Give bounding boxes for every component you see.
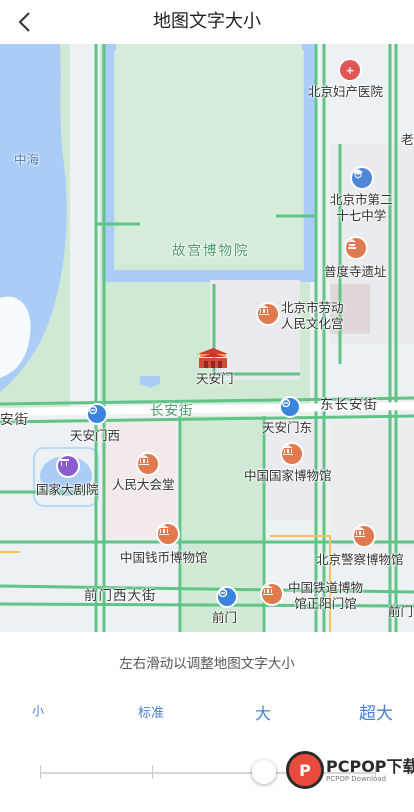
label-changan-street: 长安街: [150, 403, 194, 419]
label-palace-museum: 故宫博物院: [172, 243, 250, 259]
slider-tick: [40, 766, 41, 778]
top-bar: 地图文字大小: [0, 0, 414, 44]
label-qianmen-west-street: 前门西大街: [84, 588, 157, 604]
hospital-icon[interactable]: +: [340, 60, 360, 80]
landmark-icon: [259, 305, 269, 315]
label-numismatic-museum: 中国钱币博物馆: [120, 550, 208, 565]
label-railway-line1: 中国铁道博物: [288, 580, 364, 595]
metro-station-icon[interactable]: [218, 588, 236, 606]
temple-icon[interactable]: [346, 238, 366, 258]
school-icon[interactable]: [352, 168, 372, 188]
label-culture-line1: 北京市劳动: [281, 300, 344, 315]
label-railway-line2: 馆正阳门馆: [294, 596, 357, 611]
label-east-changan-street: 东长安街: [320, 397, 378, 413]
tiananmen-gate-icon[interactable]: [196, 346, 230, 370]
pcpop-watermark: P PCPOP下载 PCPOP Download: [286, 745, 414, 807]
label-police-museum: 北京警察博物馆: [316, 552, 404, 567]
page-title: 地图文字大小: [153, 11, 261, 32]
theatre-arch-icon: [59, 459, 69, 466]
metro-station-icon[interactable]: [88, 405, 106, 423]
map-view[interactable]: 中海 故宫博物院 北京妇产医院 老 北京市第二 十七中学 普度寺遗址 北京市劳动…: [0, 44, 414, 632]
label-qianmen-right: 前门: [388, 604, 414, 619]
label-tiananmen-west: 天安门西: [70, 428, 121, 443]
label-an-street: 安街: [0, 412, 29, 428]
watermark-sub: PCPOP Download: [326, 775, 387, 783]
label-qianmen: 前门: [212, 610, 238, 625]
school-cap-icon: [353, 169, 363, 179]
label-national-theatre: 国家大剧院: [36, 482, 99, 497]
national-museum-icon[interactable]: [282, 444, 302, 464]
landmark-icon: [159, 525, 169, 535]
size-option-standard[interactable]: 标准: [138, 702, 164, 721]
culture-palace-icon[interactable]: [258, 304, 278, 324]
font-size-slider-thumb[interactable]: [252, 760, 276, 784]
great-hall-icon[interactable]: [138, 454, 158, 474]
size-option-extra-large[interactable]: 超大: [359, 699, 393, 724]
pagoda-icon: [348, 239, 356, 249]
font-size-hint: 左右滑动以调整地图文字大小: [119, 656, 295, 672]
label-great-hall: 人民大会堂: [112, 477, 175, 492]
police-museum-icon[interactable]: [354, 526, 374, 546]
numismatic-museum-icon[interactable]: [158, 524, 178, 544]
size-option-large[interactable]: 大: [255, 700, 271, 724]
watermark-brand: PCPOP下载: [326, 757, 414, 776]
pcpop-logo-icon: P: [286, 751, 324, 789]
size-option-small[interactable]: 小: [32, 702, 44, 719]
label-tiananmen: 天安门: [196, 371, 234, 386]
metro-logo-icon: [218, 588, 228, 598]
landmark-icon: [263, 585, 273, 595]
metro-logo-icon: [88, 405, 98, 415]
landmark-icon: [283, 445, 293, 455]
theatre-icon[interactable]: [58, 456, 78, 476]
label-railway-museum: 中国铁道博物 馆正阳门馆: [288, 580, 363, 612]
metro-station-icon[interactable]: [281, 398, 299, 416]
label-culture-palace: 北京市劳动 人民文化宫: [281, 300, 344, 332]
label-school-line1: 北京市第二: [330, 192, 393, 207]
slider-tick: [152, 766, 153, 778]
landmark-icon: [139, 455, 149, 465]
label-beijing-fuchan-hospital: 北京妇产医院: [308, 84, 384, 99]
label-zhonghai: 中海: [14, 152, 40, 167]
label-culture-line2: 人民文化宫: [281, 316, 344, 331]
label-school: 北京市第二 十七中学: [330, 192, 393, 224]
map-canvas: [0, 44, 414, 632]
label-school-line2: 十七中学: [336, 208, 387, 223]
metro-logo-icon: [281, 398, 291, 408]
landmark-icon: [355, 527, 365, 537]
label-lao: 老: [401, 132, 414, 147]
label-national-museum: 中国国家博物馆: [244, 468, 332, 483]
label-tiananmen-east: 天安门东: [262, 420, 313, 435]
label-pudu-temple: 普度寺遗址: [324, 264, 387, 279]
railway-museum-icon[interactable]: [262, 584, 282, 604]
